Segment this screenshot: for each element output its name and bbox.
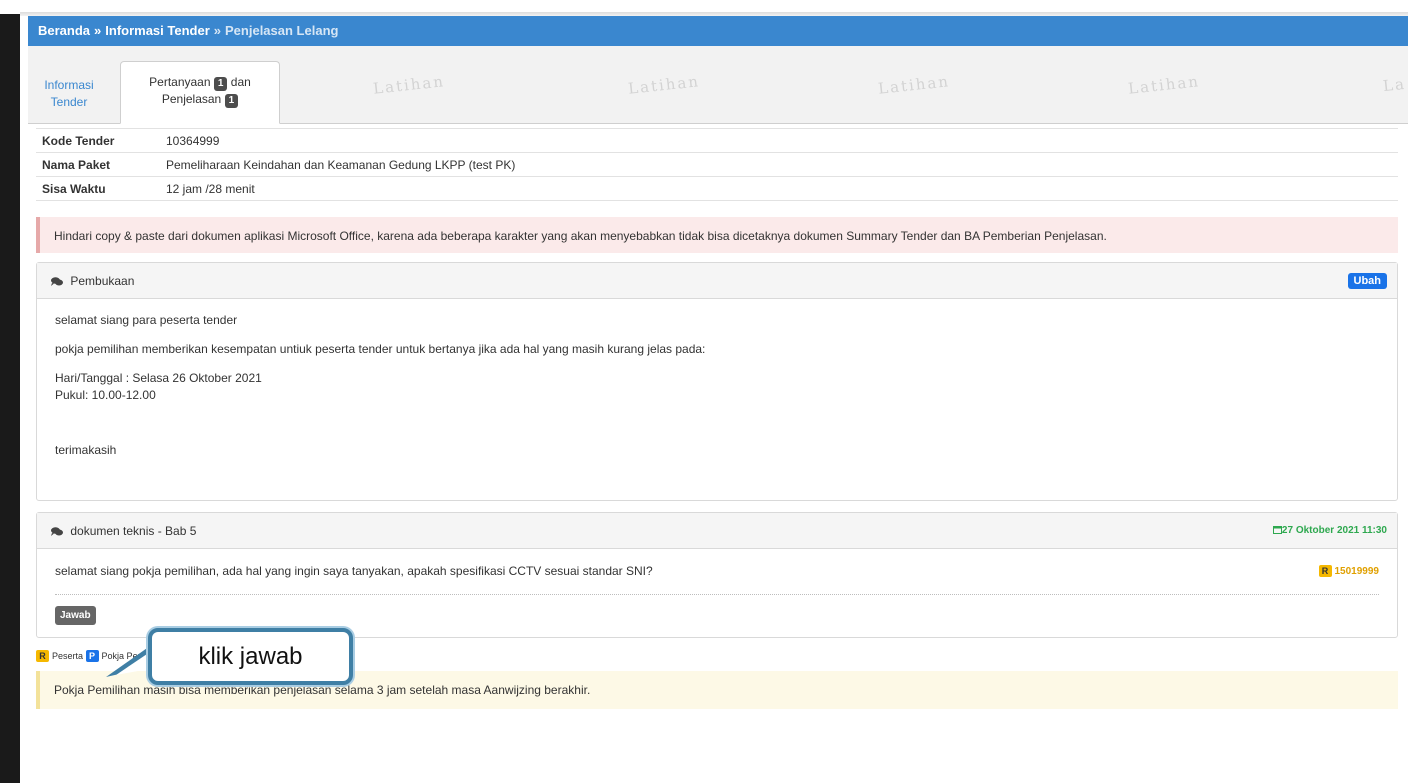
pembukaan-text: Hari/Tanggal : Selasa 26 Oktober 2021 [55, 371, 262, 385]
question-date-text: 27 Oktober 2021 11:30 [1281, 525, 1387, 536]
pembukaan-text: selamat siang para peserta tender [55, 313, 238, 327]
tab-label: Pertanyaan [149, 75, 211, 89]
panel-header: Pembukaan Ubah [37, 263, 1397, 299]
watermark: Latihan [877, 72, 951, 98]
panel-title: Pembukaan [70, 274, 135, 288]
tender-info-table: Kode Tender 10364999 Nama Paket Pemeliha… [36, 128, 1398, 201]
tab-informasi-tender[interactable]: Informasi Tender [28, 61, 110, 111]
jawab-button[interactable]: Jawab [55, 606, 96, 625]
kode-tender-label: Kode Tender [36, 128, 160, 153]
tab-label: Penjelasan [161, 92, 222, 106]
peserta-badge: R [36, 650, 49, 662]
ubah-button[interactable]: Ubah [1347, 273, 1387, 289]
pembukaan-text: terimakasih [55, 443, 117, 457]
question-text: selamat siang pokja pemilihan, ada hal y… [55, 564, 653, 578]
breadcrumb-section[interactable]: Informasi Tender [105, 23, 210, 38]
question-title: dokumen teknis - Bab 5 [70, 524, 197, 538]
panel-header: dokumen teknis - Bab 5 27 Oktober 2021 1… [37, 513, 1397, 549]
copy-paste-warning: Hindari copy & paste dari dokumen aplika… [36, 217, 1398, 253]
role-badge: R [1318, 565, 1332, 577]
sisa-waktu-label: Sisa Waktu [36, 176, 160, 201]
watermark: La [1382, 74, 1407, 96]
question-count-badge: 1 [213, 77, 228, 91]
kode-tender-value: 10364999 [160, 128, 1398, 153]
sisa-waktu-value: 12 jam /28 menit [160, 176, 1398, 201]
tab-bar: Informasi Tender Pertanyaan 1 dan Penjel… [28, 46, 1408, 124]
asker-id: 15019999 [1334, 566, 1380, 577]
breadcrumb: Beranda» Informasi Tender» Penjelasan Lela… [28, 16, 1408, 46]
nama-paket-label: Nama Paket [36, 152, 160, 177]
table-row: Sisa Waktu 12 jam /28 menit [36, 176, 1398, 201]
watermark: Latihan [627, 72, 701, 98]
calendar-icon [1272, 526, 1282, 534]
panel-body: selamat siang para peserta tender pokja … [37, 299, 1397, 500]
watermark: Latihan [372, 72, 446, 98]
breadcrumb-separator: » [94, 23, 102, 38]
panel-body: selamat siang pokja pemilihan, ada hal y… [37, 549, 1397, 637]
table-row: Kode Tender 10364999 [36, 128, 1398, 153]
tab-label: Informasi [44, 78, 94, 92]
pembukaan-panel: Pembukaan Ubah selamat siang para pesert… [36, 262, 1398, 501]
pembukaan-text: pokja pemilihan memberikan kesempatan un… [55, 342, 706, 356]
comments-icon [51, 527, 63, 537]
question-date: 27 Oktober 2021 11:30 [1272, 513, 1387, 549]
asker-tag: R 15019999 [1318, 563, 1380, 580]
question-row: selamat siang pokja pemilihan, ada hal y… [55, 563, 1379, 595]
watermark: Latihan [1127, 72, 1201, 98]
tab-label: Tender [50, 95, 88, 109]
pokja-badge: P [85, 650, 99, 662]
legend-label: Peserta [52, 651, 84, 661]
instruction-callout: klik jawab [148, 628, 353, 685]
breadcrumb-home[interactable]: Beranda [38, 23, 90, 38]
question-panel: dokumen teknis - Bab 5 27 Oktober 2021 1… [36, 512, 1398, 638]
answer-count-badge: 1 [224, 94, 239, 108]
pembukaan-text: Pukul: 10.00-12.00 [55, 388, 156, 402]
breadcrumb-separator: » [213, 23, 222, 38]
table-row: Nama Paket Pemeliharaan Keindahan dan Ke… [36, 152, 1398, 177]
window-frame-left [0, 0, 20, 783]
tab-label: dan [230, 75, 251, 89]
comments-icon [51, 277, 63, 287]
breadcrumb-current: Penjelasan Lelang [225, 23, 339, 38]
nama-paket-value: Pemeliharaan Keindahan dan Keamanan Gedu… [160, 152, 1398, 177]
tab-pertanyaan-penjelasan[interactable]: Pertanyaan 1 dan Penjelasan 1 [120, 61, 280, 124]
